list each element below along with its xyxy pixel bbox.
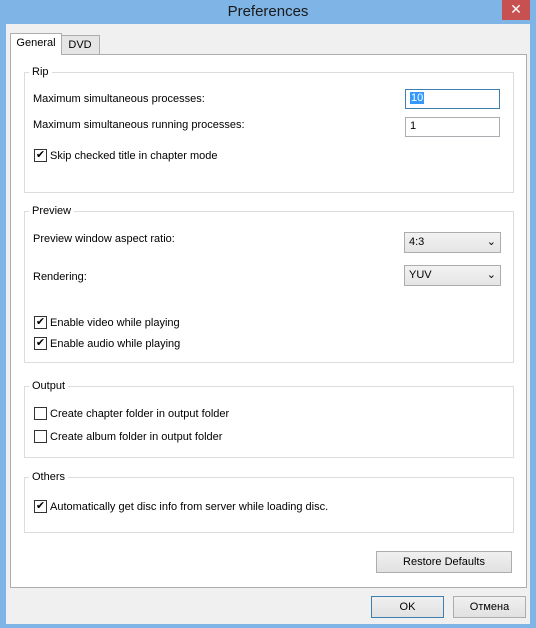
aspect-ratio-select[interactable]: 4:3 ⌄ [404,232,501,253]
cancel-label: Отмена [469,601,510,613]
chevron-down-icon: ⌄ [486,269,496,281]
window-border-right [530,24,536,628]
check-icon: ✔ [35,337,46,349]
check-icon: ✔ [35,316,46,328]
chapter-folder-checkbox[interactable] [34,407,47,420]
tab-dvd[interactable]: DVD [60,35,100,55]
rendering-value: YUV [409,269,432,281]
auto-disc-info-checkbox[interactable]: ✔ [34,500,47,513]
close-icon: ✕ [510,1,522,17]
close-button[interactable]: ✕ [502,0,530,20]
restore-defaults-label: Restore Defaults [403,556,485,568]
skip-checked-label[interactable]: Skip checked title in chapter mode [50,150,218,162]
tab-general-label: General [16,37,56,49]
enable-video-checkbox[interactable]: ✔ [34,316,47,329]
others-group-label: Others [29,471,69,483]
window-border-left [0,24,6,628]
chevron-down-icon: ⌄ [486,236,496,248]
max-processes-value: 10 [410,92,425,104]
max-running-label: Maximum simultaneous running processes: [33,119,245,131]
album-folder-checkbox[interactable] [34,430,47,443]
enable-video-label[interactable]: Enable video while playing [50,317,180,329]
title-bar: Preferences ✕ [0,0,536,24]
output-group [24,386,514,458]
max-processes-input[interactable]: 10 [405,89,500,109]
aspect-ratio-value: 4:3 [409,236,425,248]
window-title: Preferences [227,3,309,20]
ok-label: OK [399,601,416,613]
preview-group-label: Preview [29,205,75,217]
ok-button[interactable]: OK [371,596,444,618]
rendering-select[interactable]: YUV ⌄ [404,265,501,286]
album-folder-label[interactable]: Create album folder in output folder [50,431,222,443]
cancel-button[interactable]: Отмена [453,596,526,618]
auto-disc-info-label[interactable]: Automatically get disc info from server … [50,501,328,513]
window-border-bottom [0,624,536,628]
enable-audio-label[interactable]: Enable audio while playing [50,338,180,350]
chapter-folder-label[interactable]: Create chapter folder in output folder [50,408,229,420]
max-processes-label: Maximum simultaneous processes: [33,93,205,105]
output-group-label: Output [29,380,69,392]
max-running-input[interactable]: 1 [405,117,500,137]
check-icon: ✔ [35,149,46,161]
tab-general[interactable]: General [10,33,62,55]
rendering-label: Rendering: [33,271,87,283]
restore-defaults-button[interactable]: Restore Defaults [376,551,512,573]
enable-audio-checkbox[interactable]: ✔ [34,337,47,350]
check-icon: ✔ [35,500,46,512]
tab-dvd-label: DVD [68,39,92,51]
max-running-value: 1 [410,120,417,132]
skip-checked-checkbox[interactable]: ✔ [34,149,47,162]
aspect-ratio-label: Preview window aspect ratio: [33,233,175,245]
rip-group-label: Rip [29,66,52,78]
